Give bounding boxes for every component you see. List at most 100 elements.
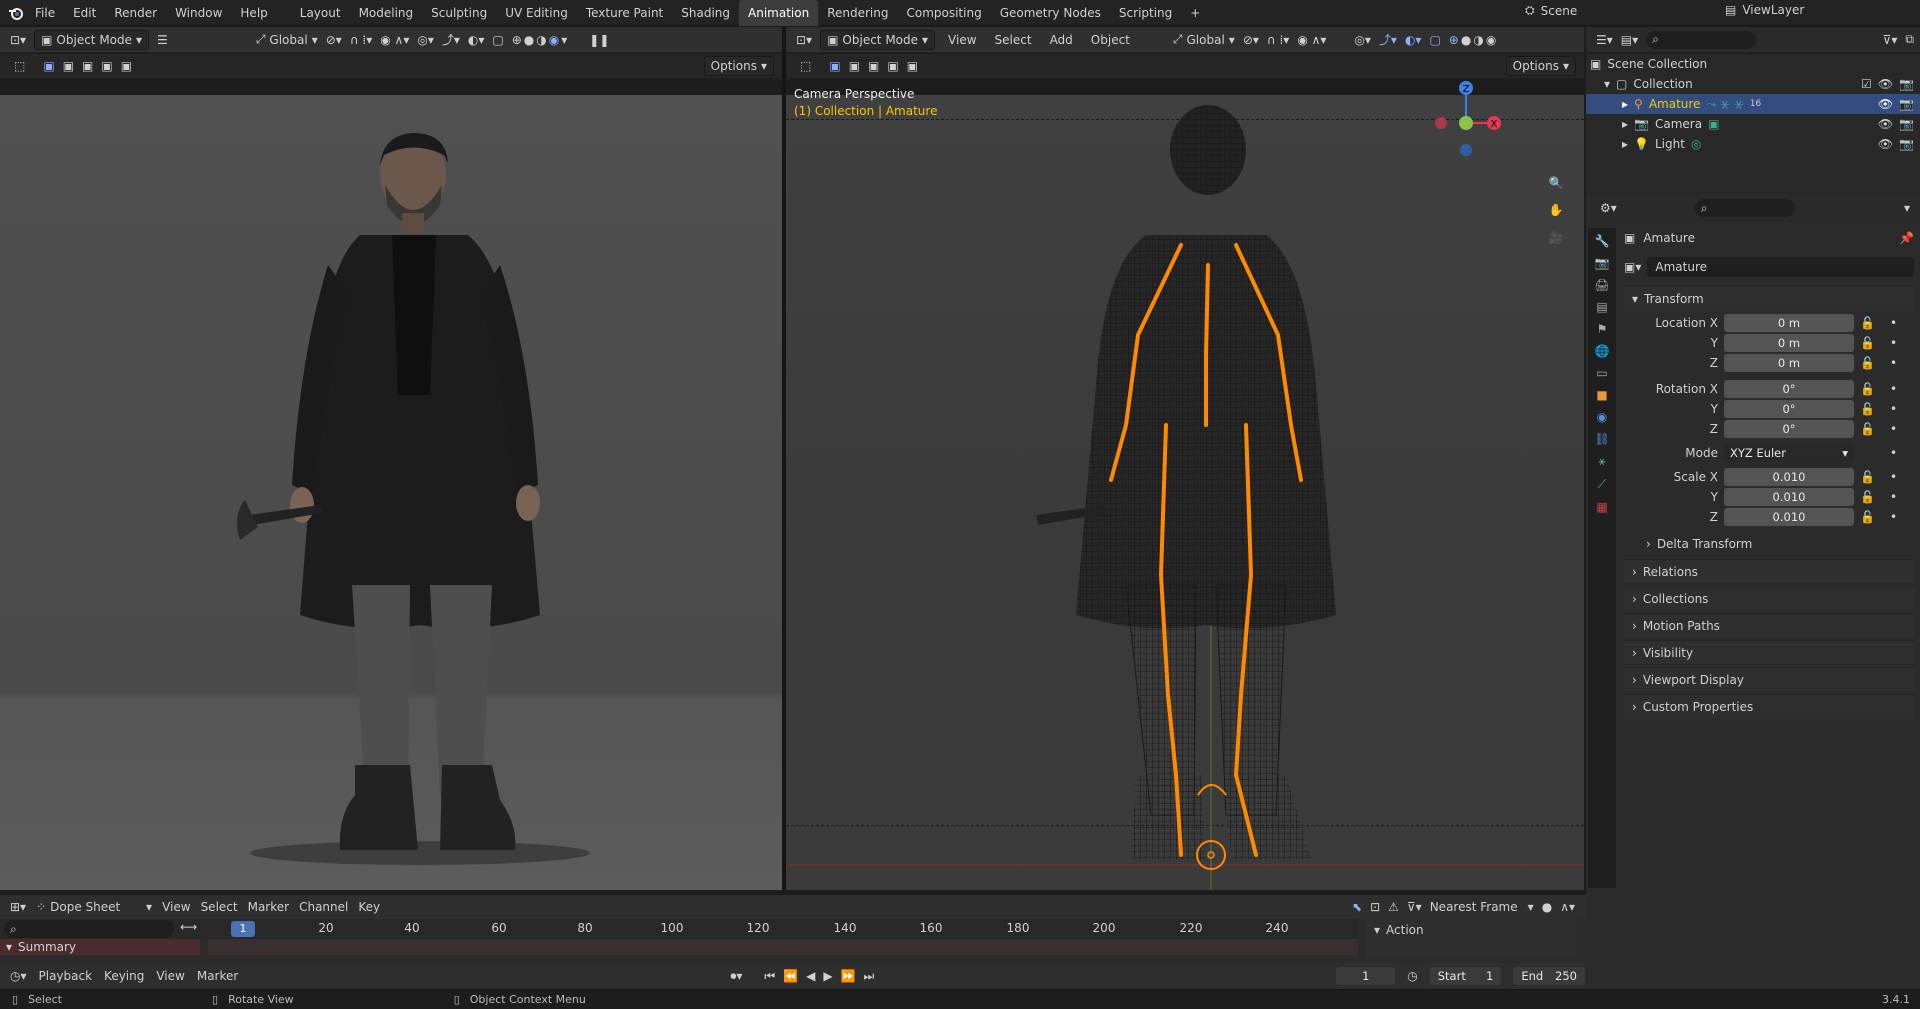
viewport-display-section[interactable]: › Viewport Display <box>1624 667 1914 691</box>
play-icon[interactable]: ▶ <box>823 969 832 983</box>
select-subtract-icon[interactable]: ▣ <box>82 59 93 73</box>
tab-shading[interactable]: Shading <box>672 0 739 26</box>
select-extend-icon[interactable]: ▣ <box>63 59 74 73</box>
select-intersect-icon[interactable]: ▣ <box>121 59 132 73</box>
editor-type-icon[interactable]: ⊡▾ <box>796 33 812 47</box>
outliner-item-light[interactable]: ▸ 💡 Light ◎ 👁 📷 <box>1586 134 1920 154</box>
physics-tab-icon[interactable]: ◉ <box>1597 410 1607 424</box>
render-tab-icon[interactable]: 📷 <box>1595 256 1610 270</box>
left-options-dropdown[interactable]: Options ▾ <box>703 56 774 76</box>
select-box-icon[interactable]: ▣ <box>43 59 54 73</box>
keyframe-dot-icon[interactable]: • <box>1890 422 1914 436</box>
menu-select[interactable]: Select <box>201 900 238 914</box>
lock-icon[interactable]: 🔓 <box>1860 336 1884 350</box>
keyframe-dot-icon[interactable]: • <box>1890 402 1914 416</box>
rotation-z-field[interactable]: 0° <box>1724 420 1854 438</box>
eye-icon[interactable]: 👁 <box>1878 97 1893 111</box>
scale-z-field[interactable]: 0.010 <box>1724 508 1854 526</box>
menu-key[interactable]: Key <box>358 900 380 914</box>
editor-type-icon[interactable]: ⊞▾ <box>10 900 26 914</box>
menu-marker[interactable]: Marker <box>248 900 289 914</box>
eye-icon[interactable]: 👁 <box>1878 77 1893 91</box>
left-object-mode-dropdown[interactable]: ▣ Object Mode ▾ <box>34 29 150 50</box>
zoom-icon[interactable]: 🔍 <box>1546 173 1566 193</box>
falloff-icon[interactable]: ∧▾ <box>1560 900 1575 914</box>
delta-transform-subpanel[interactable]: › Delta Transform <box>1624 532 1914 556</box>
xray-icon[interactable]: ▢ <box>1429 33 1440 47</box>
bone-tab-icon[interactable]: ⟋ <box>1598 477 1606 492</box>
jump-end-icon[interactable]: ⏭ <box>864 969 875 984</box>
auto-keying-icon[interactable]: ⏺▾ <box>730 969 742 984</box>
blender-logo-icon[interactable] <box>6 3 26 23</box>
pan-hand-icon[interactable]: ✋ <box>1546 200 1566 220</box>
left-orientation-dropdown[interactable]: ⤢ Global ▾ <box>256 32 318 47</box>
relations-section[interactable]: › Relations <box>1624 559 1914 583</box>
tab-sculpting[interactable]: Sculpting <box>422 0 496 26</box>
overlay-icon[interactable]: ◐▾ <box>1405 33 1422 47</box>
data-tab-icon[interactable]: ⚹ <box>1598 454 1605 469</box>
summary-channel[interactable]: ▾ Summary <box>0 939 200 955</box>
navigation-gizmo[interactable]: Z X <box>1421 75 1511 165</box>
select-box-icon[interactable]: ▣ <box>829 59 840 73</box>
lock-icon[interactable]: 🔓 <box>1860 382 1884 396</box>
world-tab-icon[interactable]: 🌐 <box>1595 344 1610 358</box>
editor-type-icon[interactable]: ☰▾ <box>1596 33 1613 47</box>
rotation-y-field[interactable]: 0° <box>1724 400 1854 418</box>
tab-modeling[interactable]: Modeling <box>350 0 423 26</box>
chevron-down-icon[interactable]: ▾ <box>1604 77 1610 91</box>
chevron-down-icon[interactable]: ▾ <box>561 33 567 47</box>
select-extend-icon[interactable]: ▣ <box>849 59 860 73</box>
proportional-icon[interactable]: ◉ ∧▾ <box>380 33 409 47</box>
object-data-icon[interactable]: ▣▾ <box>1624 260 1641 274</box>
render-camera-icon[interactable]: 📷 <box>1899 117 1914 131</box>
filter-icon[interactable]: ⊽▾ <box>1407 900 1422 914</box>
view-layer-tab-icon[interactable]: ▤ <box>1596 300 1607 314</box>
end-frame-field[interactable]: End 250 <box>1513 967 1585 985</box>
swap-icon[interactable]: ⟷ <box>180 920 197 934</box>
render-camera-icon[interactable]: 📷 <box>1899 97 1914 111</box>
rotation-x-field[interactable]: 0° <box>1724 380 1854 398</box>
rendered-shading-icon[interactable]: ◉ <box>1486 33 1496 47</box>
tab-compositing[interactable]: Compositing <box>897 0 990 26</box>
lock-icon[interactable]: 🔓 <box>1860 490 1884 504</box>
tab-geometry-nodes[interactable]: Geometry Nodes <box>991 0 1110 26</box>
lock-icon[interactable]: 🔓 <box>1860 422 1884 436</box>
render-camera-icon[interactable]: 📷 <box>1899 77 1914 91</box>
menu-keying[interactable]: Keying <box>104 969 144 983</box>
transform-section-header[interactable]: ▾ Transform <box>1624 286 1914 310</box>
texture-tab-icon[interactable]: ▦ <box>1596 500 1607 514</box>
select-intersect-icon[interactable]: ▣ <box>907 59 918 73</box>
editor-type-icon[interactable]: ⊡▾ <box>10 33 26 47</box>
add-workspace-button[interactable]: + <box>1181 0 1209 26</box>
tool-icon[interactable]: ⬚ <box>800 59 811 73</box>
pivot-icon[interactable]: ⊘▾ <box>1243 33 1259 47</box>
snap-mode-dropdown[interactable]: Nearest Frame ▾ <box>1430 900 1534 914</box>
location-y-field[interactable]: 0 m <box>1724 334 1854 352</box>
tab-rendering[interactable]: Rendering <box>818 0 897 26</box>
keyframe-dot-icon[interactable]: • <box>1890 336 1914 350</box>
lock-icon[interactable]: 🔓 <box>1860 510 1884 524</box>
scene-collection-row[interactable]: ▣ Scene Collection <box>1586 54 1920 74</box>
lock-icon[interactable]: 🔓 <box>1860 470 1884 484</box>
camera-viewport[interactable]: Camera Perspective (1) Collection | Amat… <box>786 81 1584 890</box>
timeline-editor-icon[interactable]: ◷▾ <box>10 969 27 983</box>
lock-icon[interactable]: 🔓 <box>1860 316 1884 330</box>
scale-x-field[interactable]: 0.010 <box>1724 468 1854 486</box>
snap-icon[interactable]: ∩ ⁞▾ <box>350 33 372 47</box>
scene-tab-icon[interactable]: ⚑ <box>1597 322 1608 336</box>
select-invert-icon[interactable]: ▣ <box>887 59 898 73</box>
solid-shading-icon[interactable]: ● <box>1461 33 1471 47</box>
menu-playback[interactable]: Playback <box>39 969 93 983</box>
menu-add[interactable]: Add <box>1045 33 1078 47</box>
action-panel-header[interactable]: ▾ Action <box>1366 919 1576 941</box>
menu-view[interactable]: View <box>162 900 190 914</box>
collection-tab-icon[interactable]: ▭ <box>1596 366 1607 380</box>
frame-ruler[interactable]: 1 20 40 60 80 100 120 140 160 180 200 22… <box>208 919 1358 939</box>
menu-edit[interactable]: Edit <box>64 0 105 26</box>
menu-object[interactable]: Object <box>1086 33 1135 47</box>
jump-keyframe-back-icon[interactable]: ⏪ <box>783 969 798 983</box>
menu-view[interactable]: View <box>943 33 981 47</box>
select-subtract-icon[interactable]: ▣ <box>868 59 879 73</box>
summary-track[interactable] <box>208 939 1358 955</box>
new-collection-icon[interactable]: ⧉ <box>1905 32 1914 47</box>
